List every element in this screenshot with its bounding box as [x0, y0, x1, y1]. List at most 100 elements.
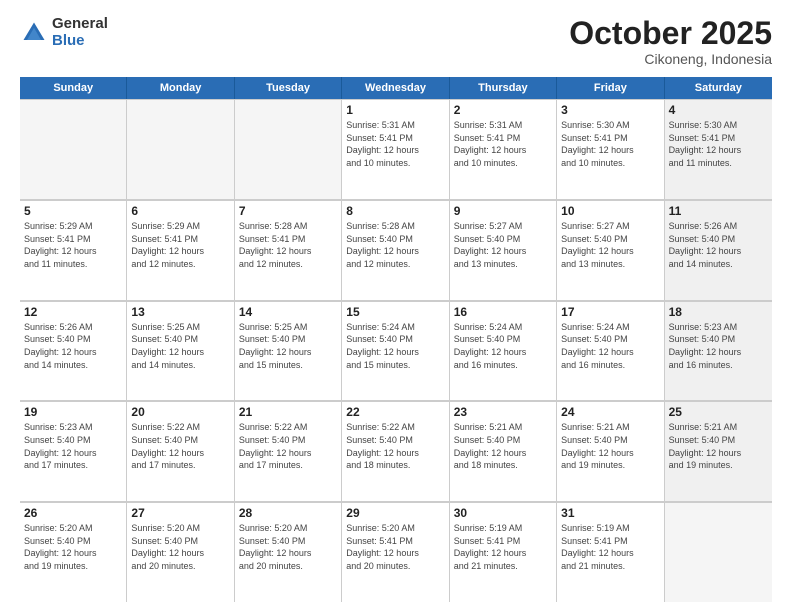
header: General Blue October 2025 Cikoneng, Indo… — [20, 16, 772, 67]
day-number: 10 — [561, 204, 659, 218]
calendar-cell: 30 Sunrise: 5:19 AM Sunset: 5:41 PM Dayli… — [450, 502, 557, 602]
calendar-cell: 8 Sunrise: 5:28 AM Sunset: 5:40 PM Daylig… — [342, 200, 449, 300]
calendar-body: 1Sunrise: 5:31 AM Sunset: 5:41 PM Daylig… — [20, 99, 772, 602]
day-info: Sunrise: 5:23 AM Sunset: 5:40 PM Dayligh… — [24, 421, 122, 471]
calendar-row: 12Sunrise: 5:26 AM Sunset: 5:40 PM Dayli… — [20, 301, 772, 402]
logo-general: General — [52, 16, 108, 33]
day-number: 25 — [669, 405, 768, 419]
calendar-cell: 22Sunrise: 5:22 AM Sunset: 5:40 PM Dayli… — [342, 401, 449, 501]
calendar-cell: 20Sunrise: 5:22 AM Sunset: 5:40 PM Dayli… — [127, 401, 234, 501]
day-info: Sunrise: 5:30 AM Sunset: 5:41 PM Dayligh… — [561, 119, 659, 169]
day-number: 14 — [239, 305, 337, 319]
day-number: 11 — [669, 204, 768, 218]
calendar-row: 5Sunrise: 5:29 AM Sunset: 5:41 PM Daylig… — [20, 200, 772, 301]
day-info: Sunrise: 5:20 AM Sunset: 5:40 PM Dayligh… — [239, 522, 337, 572]
calendar-row: 1Sunrise: 5:31 AM Sunset: 5:41 PM Daylig… — [20, 99, 772, 200]
logo-icon — [20, 19, 48, 47]
day-info: Sunrise: 5:28 AM Sunset: 5:40 PM Dayligh… — [346, 220, 444, 270]
calendar: SundayMondayTuesdayWednesdayThursdayFrid… — [20, 77, 772, 602]
calendar-cell: 1Sunrise: 5:31 AM Sunset: 5:41 PM Daylig… — [342, 99, 449, 199]
day-info: Sunrise: 5:22 AM Sunset: 5:40 PM Dayligh… — [239, 421, 337, 471]
day-info: Sunrise: 5:21 AM Sunset: 5:40 PM Dayligh… — [669, 421, 768, 471]
day-number: 2 — [454, 103, 552, 117]
day-number: 15 — [346, 305, 444, 319]
calendar-cell: 26 Sunrise: 5:20 AM Sunset: 5:40 PM Dayli… — [20, 502, 127, 602]
day-number: 4 — [669, 103, 768, 117]
calendar-cell: 31Sunrise: 5:19 AM Sunset: 5:41 PM Dayli… — [557, 502, 664, 602]
day-info: Sunrise: 5:23 AM Sunset: 5:40 PM Dayligh… — [669, 321, 768, 371]
calendar-cell: 5Sunrise: 5:29 AM Sunset: 5:41 PM Daylig… — [20, 200, 127, 300]
weekday-header: Sunday — [20, 77, 127, 99]
day-number: 23 — [454, 405, 552, 419]
day-number: 31 — [561, 506, 659, 520]
calendar-row: 19 Sunrise: 5:23 AM Sunset: 5:40 PM Dayli… — [20, 401, 772, 502]
weekday-header: Saturday — [665, 77, 772, 99]
calendar-cell: 9Sunrise: 5:27 AM Sunset: 5:40 PM Daylig… — [450, 200, 557, 300]
day-info: Sunrise: 5:24 AM Sunset: 5:40 PM Dayligh… — [454, 321, 552, 371]
day-number: 27 — [131, 506, 229, 520]
calendar-cell — [235, 99, 342, 199]
day-info: Sunrise: 5:26 AM Sunset: 5:40 PM Dayligh… — [669, 220, 768, 270]
day-info: Sunrise: 5:19 AM Sunset: 5:41 PM Dayligh… — [454, 522, 552, 572]
calendar-cell: 11 Sunrise: 5:26 AM Sunset: 5:40 PM Dayli… — [665, 200, 772, 300]
calendar-cell: 3 Sunrise: 5:30 AM Sunset: 5:41 PM Daylig… — [557, 99, 664, 199]
calendar-cell: 12Sunrise: 5:26 AM Sunset: 5:40 PM Dayli… — [20, 301, 127, 401]
calendar-cell: 4 Sunrise: 5:30 AM Sunset: 5:41 PM Daylig… — [665, 99, 772, 199]
day-number: 3 — [561, 103, 659, 117]
calendar-cell: 27Sunrise: 5:20 AM Sunset: 5:40 PM Dayli… — [127, 502, 234, 602]
day-number: 26 — [24, 506, 122, 520]
logo-blue: Blue — [52, 33, 108, 50]
day-info: Sunrise: 5:24 AM Sunset: 5:40 PM Dayligh… — [561, 321, 659, 371]
day-number: 13 — [131, 305, 229, 319]
calendar-cell: 25 Sunrise: 5:21 AM Sunset: 5:40 PM Dayli… — [665, 401, 772, 501]
day-number: 7 — [239, 204, 337, 218]
day-info: Sunrise: 5:20 AM Sunset: 5:40 PM Dayligh… — [24, 522, 122, 572]
day-number: 24 — [561, 405, 659, 419]
day-info: Sunrise: 5:27 AM Sunset: 5:40 PM Dayligh… — [561, 220, 659, 270]
calendar-cell — [20, 99, 127, 199]
calendar-cell: 24Sunrise: 5:21 AM Sunset: 5:40 PM Dayli… — [557, 401, 664, 501]
day-info: Sunrise: 5:25 AM Sunset: 5:40 PM Dayligh… — [131, 321, 229, 371]
calendar-cell: 21 Sunrise: 5:22 AM Sunset: 5:40 PM Dayli… — [235, 401, 342, 501]
day-info: Sunrise: 5:24 AM Sunset: 5:40 PM Dayligh… — [346, 321, 444, 371]
day-info: Sunrise: 5:29 AM Sunset: 5:41 PM Dayligh… — [131, 220, 229, 270]
day-number: 28 — [239, 506, 337, 520]
calendar-cell: 16 Sunrise: 5:24 AM Sunset: 5:40 PM Dayli… — [450, 301, 557, 401]
calendar-cell: 7 Sunrise: 5:28 AM Sunset: 5:41 PM Daylig… — [235, 200, 342, 300]
calendar-cell: 18 Sunrise: 5:23 AM Sunset: 5:40 PM Dayli… — [665, 301, 772, 401]
title-block: October 2025 Cikoneng, Indonesia — [569, 16, 772, 67]
day-info: Sunrise: 5:30 AM Sunset: 5:41 PM Dayligh… — [669, 119, 768, 169]
month-title: October 2025 — [569, 16, 772, 51]
day-number: 30 — [454, 506, 552, 520]
day-number: 20 — [131, 405, 229, 419]
location: Cikoneng, Indonesia — [569, 51, 772, 67]
day-info: Sunrise: 5:31 AM Sunset: 5:41 PM Dayligh… — [346, 119, 444, 169]
day-number: 17 — [561, 305, 659, 319]
calendar-cell — [665, 502, 772, 602]
day-number: 18 — [669, 305, 768, 319]
calendar-row: 26 Sunrise: 5:20 AM Sunset: 5:40 PM Dayli… — [20, 502, 772, 602]
weekday-header: Wednesday — [342, 77, 449, 99]
calendar-cell: 29 Sunrise: 5:20 AM Sunset: 5:41 PM Dayli… — [342, 502, 449, 602]
day-number: 21 — [239, 405, 337, 419]
day-number: 29 — [346, 506, 444, 520]
day-number: 16 — [454, 305, 552, 319]
day-number: 6 — [131, 204, 229, 218]
day-number: 8 — [346, 204, 444, 218]
calendar-cell: 28 Sunrise: 5:20 AM Sunset: 5:40 PM Dayli… — [235, 502, 342, 602]
calendar-cell — [127, 99, 234, 199]
logo: General Blue — [20, 16, 108, 49]
calendar-cell: 2 Sunrise: 5:31 AM Sunset: 5:41 PM Daylig… — [450, 99, 557, 199]
day-info: Sunrise: 5:27 AM Sunset: 5:40 PM Dayligh… — [454, 220, 552, 270]
calendar-cell: 19 Sunrise: 5:23 AM Sunset: 5:40 PM Dayli… — [20, 401, 127, 501]
day-info: Sunrise: 5:29 AM Sunset: 5:41 PM Dayligh… — [24, 220, 122, 270]
calendar-cell: 10 Sunrise: 5:27 AM Sunset: 5:40 PM Dayli… — [557, 200, 664, 300]
weekday-header: Friday — [557, 77, 664, 99]
day-info: Sunrise: 5:28 AM Sunset: 5:41 PM Dayligh… — [239, 220, 337, 270]
calendar-header: SundayMondayTuesdayWednesdayThursdayFrid… — [20, 77, 772, 99]
day-info: Sunrise: 5:20 AM Sunset: 5:41 PM Dayligh… — [346, 522, 444, 572]
day-number: 19 — [24, 405, 122, 419]
day-info: Sunrise: 5:31 AM Sunset: 5:41 PM Dayligh… — [454, 119, 552, 169]
day-info: Sunrise: 5:26 AM Sunset: 5:40 PM Dayligh… — [24, 321, 122, 371]
calendar-cell: 17 Sunrise: 5:24 AM Sunset: 5:40 PM Dayli… — [557, 301, 664, 401]
